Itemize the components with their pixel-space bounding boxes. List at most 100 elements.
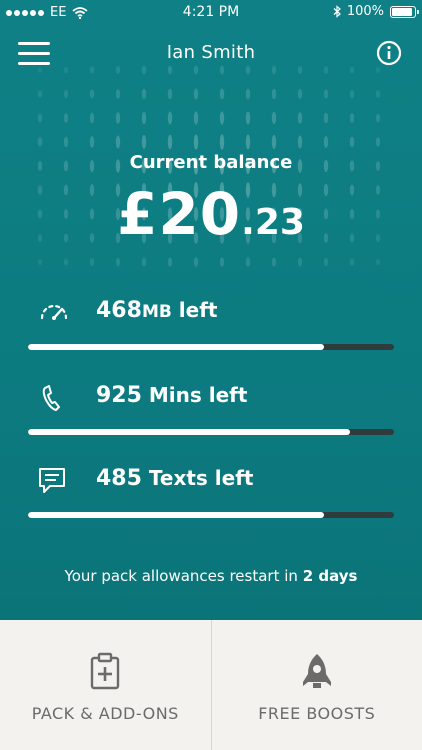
decorative-dot — [297, 112, 303, 124]
decorative-dot — [37, 90, 43, 98]
account-name: Ian Smith — [166, 42, 256, 63]
decorative-dot — [219, 257, 225, 267]
texts-progress-fill — [28, 512, 325, 518]
balance-amount-decimal: .23 — [241, 202, 305, 243]
decorative-dot — [271, 257, 277, 267]
data-remaining-value: 468 — [96, 298, 142, 323]
rocket-icon — [302, 654, 331, 688]
decorative-dot — [141, 111, 147, 125]
balance-label: Current balance — [129, 152, 293, 173]
decorative-dot — [167, 88, 173, 100]
decorative-dot — [141, 88, 147, 100]
decorative-dot — [63, 258, 69, 266]
restart-note-days: 2 days — [302, 567, 358, 585]
data-allowance: 468MB left — [28, 298, 394, 358]
decorative-dot — [323, 257, 329, 267]
decorative-dot — [37, 137, 43, 147]
speedometer-icon — [40, 304, 68, 320]
decorative-dot — [167, 111, 173, 125]
tab-free-boosts-label: FREE BOOSTS — [258, 704, 376, 723]
decorative-dot — [271, 88, 277, 100]
decorative-dot — [141, 135, 147, 149]
decorative-dot — [349, 136, 355, 148]
phone-icon — [42, 385, 60, 411]
decorative-dot — [193, 111, 199, 125]
minutes-remaining-value: 925 — [96, 383, 142, 408]
decorative-dot — [349, 113, 355, 123]
minutes-progress-fill — [28, 429, 351, 435]
decorative-dot — [219, 134, 225, 150]
bottom-tab-bar: PACK & ADD-ONS FREE BOOSTS — [0, 620, 422, 750]
decorative-dot — [89, 136, 95, 148]
decorative-dot — [115, 89, 121, 99]
decorative-dot — [193, 88, 199, 100]
battery-percent: 100% — [346, 4, 384, 19]
decorative-dot — [89, 258, 95, 266]
data-remaining-unit: MB — [141, 302, 172, 322]
decorative-dot — [375, 137, 381, 147]
decorative-dot — [37, 113, 43, 123]
decorative-dot — [115, 257, 121, 267]
texts-progress-bar — [28, 512, 394, 518]
minutes-allowance: 925 Mins left — [28, 383, 394, 443]
decorative-dot — [375, 90, 381, 98]
decorative-dot — [323, 112, 329, 124]
decorative-dot — [245, 134, 251, 150]
decorative-dot — [375, 113, 381, 123]
data-progress-bar — [28, 344, 394, 350]
decorative-dot — [167, 257, 173, 267]
decorative-dot — [245, 111, 251, 125]
decorative-dot — [141, 257, 147, 267]
texts-remaining-value: 485 — [96, 466, 142, 491]
texts-allowance-text: 485 Texts left — [96, 466, 253, 491]
data-allowance-text: 468MB left — [96, 298, 217, 323]
decorative-dot — [115, 112, 121, 124]
tab-pack-add-ons-label: PACK & ADD-ONS — [31, 704, 179, 723]
decorative-dot — [89, 89, 95, 99]
decorative-dot — [89, 112, 95, 124]
info-icon[interactable] — [376, 40, 402, 66]
decorative-dot — [115, 135, 121, 149]
decorative-dot — [193, 134, 199, 150]
decorative-dot — [245, 88, 251, 100]
data-remaining-suffix: left — [171, 298, 218, 322]
decorative-dot — [63, 89, 69, 99]
minutes-progress-bar — [28, 429, 394, 435]
balance-amount-main: £20 — [117, 180, 242, 248]
decorative-dot — [219, 88, 225, 100]
bluetooth-icon — [333, 5, 341, 18]
decorative-dot — [323, 136, 329, 148]
decorative-dot — [245, 257, 251, 267]
decorative-dot — [63, 136, 69, 148]
decorative-dot — [63, 113, 69, 123]
decorative-dot — [349, 258, 355, 266]
status-right: 100% — [333, 4, 419, 19]
restart-note-prefix: Your pack allowances restart in — [64, 567, 303, 585]
decorative-dot — [297, 257, 303, 267]
decorative-dot-pattern — [37, 65, 381, 267]
header-bar: Ian Smith — [0, 36, 422, 72]
battery-icon — [390, 5, 419, 18]
decorative-dot — [297, 135, 303, 149]
decorative-dot — [323, 89, 329, 99]
texts-allowance: 485 Texts left — [28, 466, 394, 526]
decorative-dot — [167, 134, 173, 150]
decorative-dot — [37, 258, 43, 266]
minutes-allowance-text: 925 Mins left — [96, 383, 247, 408]
decorative-dot — [375, 258, 381, 266]
tab-pack-add-ons[interactable]: PACK & ADD-ONS — [0, 620, 211, 750]
decorative-dot — [271, 111, 277, 125]
decorative-dot — [193, 257, 199, 267]
status-bar: EE 4:21 PM 100% — [0, 0, 422, 26]
texts-remaining-suffix: Texts left — [141, 466, 254, 490]
decorative-dot — [271, 134, 277, 150]
decorative-dot — [219, 111, 225, 125]
balance-panel: EE 4:21 PM 100% Ian Smith Current balanc… — [0, 0, 422, 620]
message-icon — [39, 468, 65, 493]
balance-amount: £20.23 — [0, 180, 422, 248]
pack-clipboard-icon — [91, 652, 120, 690]
app-screen: EE 4:21 PM 100% Ian Smith Current balanc… — [0, 0, 422, 750]
decorative-dot — [297, 89, 303, 99]
minutes-remaining-suffix: Mins left — [141, 383, 248, 407]
tab-free-boosts[interactable]: FREE BOOSTS — [210, 620, 422, 750]
